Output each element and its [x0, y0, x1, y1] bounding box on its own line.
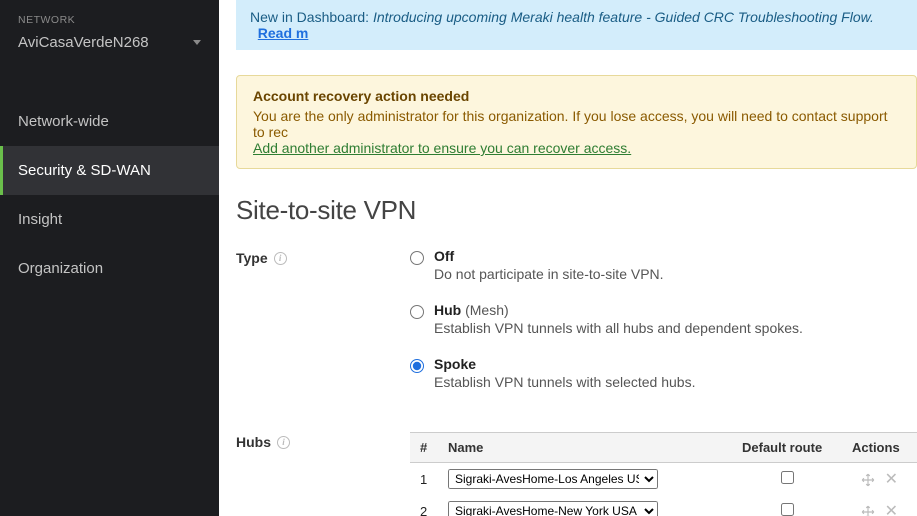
- default-route-checkbox[interactable]: [781, 503, 794, 516]
- hubs-table: # Name Default route Actions 1 Sigraki-A…: [410, 432, 917, 516]
- col-default-route: Default route: [732, 433, 842, 463]
- warning-action-link[interactable]: Add another administrator to ensure you …: [253, 140, 631, 156]
- delete-icon[interactable]: ✕: [882, 503, 901, 516]
- type-label-text: Type: [236, 250, 268, 266]
- radio-hub[interactable]: [410, 305, 424, 319]
- radio-off-label: Off: [434, 248, 664, 264]
- hub-default-cell: [732, 495, 842, 516]
- hub-name-cell: Sigraki-AvesHome-Los Angeles USA: [438, 463, 732, 496]
- info-banner-text: Introducing upcoming Meraki health featu…: [373, 9, 874, 25]
- hub-row: 2 Sigraki-AvesHome-New York USA ✕: [410, 495, 917, 516]
- col-num: #: [410, 433, 438, 463]
- radio-spoke-desc: Establish VPN tunnels with selected hubs…: [434, 374, 695, 390]
- col-actions: Actions: [842, 433, 917, 463]
- hub-actions-cell: ✕: [842, 463, 917, 496]
- move-icon[interactable]: [858, 503, 878, 516]
- hub-row: 1 Sigraki-AvesHome-Los Angeles USA ✕: [410, 463, 917, 496]
- hubs-row: Hubs i # Name Default route Actions 1: [236, 432, 917, 516]
- hub-num: 1: [410, 463, 438, 496]
- hubs-content: # Name Default route Actions 1 Sigraki-A…: [410, 432, 917, 516]
- move-icon[interactable]: [858, 471, 878, 488]
- warning-banner: Account recovery action needed You are t…: [236, 75, 917, 169]
- info-icon[interactable]: i: [274, 252, 287, 265]
- nav-organization[interactable]: Organization: [0, 244, 219, 293]
- hub-select[interactable]: Sigraki-AvesHome-New York USA: [448, 501, 658, 516]
- network-selector[interactable]: AviCasaVerdeN268: [0, 30, 219, 69]
- info-banner-prefix: New in Dashboard:: [250, 9, 373, 25]
- nav-network-wide[interactable]: Network-wide: [0, 97, 219, 146]
- page-title: Site-to-site VPN: [236, 195, 917, 226]
- type-radio-group: Off Do not participate in site-to-site V…: [410, 248, 917, 410]
- radio-off-desc: Do not participate in site-to-site VPN.: [434, 266, 664, 282]
- hubs-label-text: Hubs: [236, 434, 271, 450]
- radio-hub-mesh: (Mesh): [461, 302, 508, 318]
- info-banner-link[interactable]: Read m: [258, 25, 309, 41]
- chevron-down-icon: [193, 40, 201, 45]
- network-name: AviCasaVerdeN268: [18, 34, 149, 51]
- info-banner: New in Dashboard: Introducing upcoming M…: [236, 0, 917, 50]
- sidebar: NETWORK AviCasaVerdeN268 Network-wide Se…: [0, 0, 219, 516]
- hub-select[interactable]: Sigraki-AvesHome-Los Angeles USA: [448, 469, 658, 489]
- hubs-label: Hubs i: [236, 432, 410, 450]
- type-label: Type i: [236, 248, 410, 266]
- col-name: Name: [438, 433, 732, 463]
- hub-default-cell: [732, 463, 842, 496]
- main-content: New in Dashboard: Introducing upcoming M…: [219, 0, 917, 516]
- radio-off[interactable]: [410, 251, 424, 265]
- default-route-checkbox[interactable]: [781, 471, 794, 484]
- nav-security-sdwan[interactable]: Security & SD-WAN: [0, 146, 219, 195]
- radio-hub-desc: Establish VPN tunnels with all hubs and …: [434, 320, 803, 336]
- hub-actions-cell: ✕: [842, 495, 917, 516]
- nav: Network-wide Security & SD-WAN Insight O…: [0, 97, 219, 293]
- radio-spoke[interactable]: [410, 359, 424, 373]
- type-option-spoke: Spoke Establish VPN tunnels with selecte…: [410, 356, 917, 390]
- radio-spoke-label: Spoke: [434, 356, 695, 372]
- type-option-off: Off Do not participate in site-to-site V…: [410, 248, 917, 282]
- radio-hub-label: Hub: [434, 302, 461, 318]
- delete-icon[interactable]: ✕: [882, 471, 901, 488]
- warning-title: Account recovery action needed: [253, 88, 900, 104]
- info-icon[interactable]: i: [277, 436, 290, 449]
- type-option-hub: Hub (Mesh) Establish VPN tunnels with al…: [410, 302, 917, 336]
- hub-name-cell: Sigraki-AvesHome-New York USA: [438, 495, 732, 516]
- network-section-label: NETWORK: [0, 0, 219, 30]
- nav-insight[interactable]: Insight: [0, 195, 219, 244]
- warning-body: You are the only administrator for this …: [253, 108, 900, 140]
- hub-num: 2: [410, 495, 438, 516]
- type-row: Type i Off Do not participate in site-to…: [236, 248, 917, 410]
